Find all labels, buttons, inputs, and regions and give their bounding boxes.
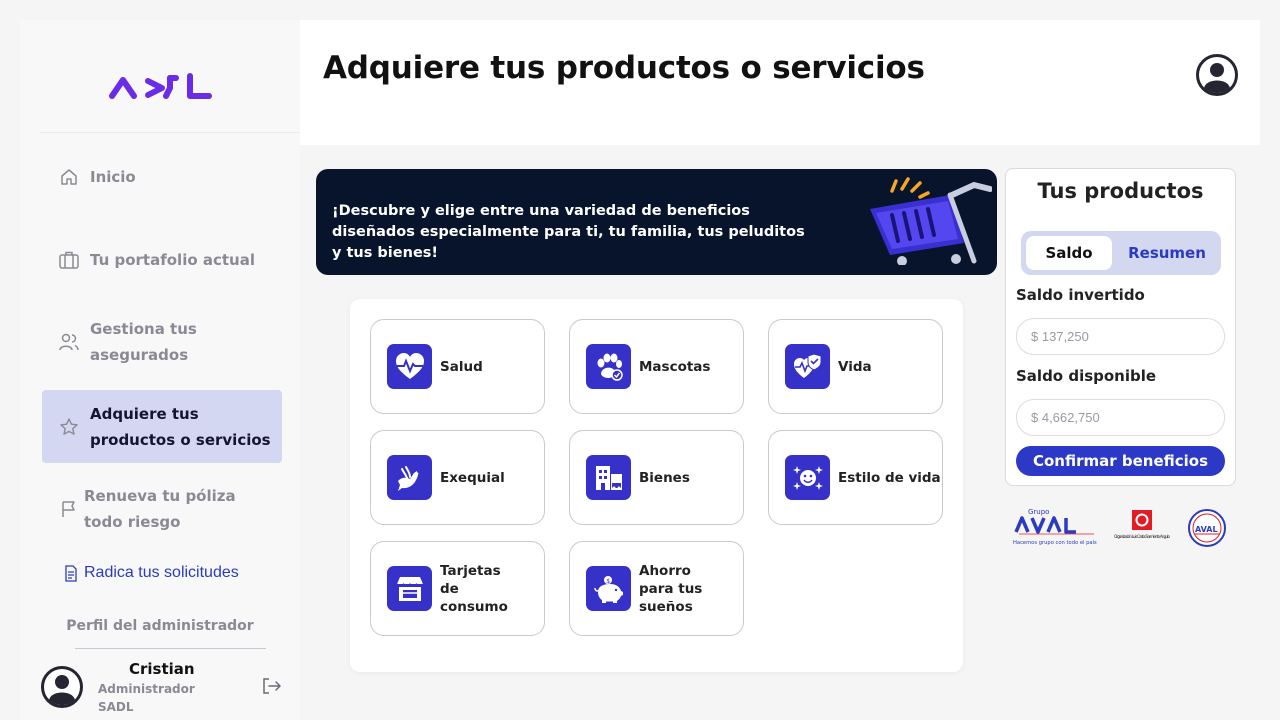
fundacion-aval: AVAL	[1195, 525, 1218, 534]
categories-panel: Salud Mascotas Vida Exequial Bienes Esti…	[350, 299, 963, 672]
saldo-disponible-label: Saldo disponible	[1016, 367, 1157, 385]
radica-label: Radica tus solicitudes	[84, 564, 239, 581]
products-panel: Tus productos Saldo Resumen Saldo invert…	[1005, 168, 1236, 486]
user-name: Cristian	[129, 660, 195, 678]
aval-small: Grupo	[1028, 508, 1049, 516]
user-role-text: Administrador	[98, 682, 195, 696]
sidebar-item-label: Tu portafolio actual	[90, 251, 255, 269]
sidebar-item-renueva[interactable]: Renueva tu póliza todo riesgo	[42, 483, 270, 535]
page-title: Adquiere tus productos o servicios	[323, 50, 925, 86]
sidebar: Inicio Tu portafolio actual Gestiona tus…	[20, 20, 360, 720]
category-label: Vida	[838, 358, 872, 375]
sidebar-item-asegurados[interactable]: Gestiona tus asegurados	[42, 316, 222, 368]
dove-icon	[387, 455, 432, 500]
aval-tagline: Hacemos grupo con todo el país	[1013, 539, 1097, 546]
user-company: SADL	[98, 700, 134, 714]
products-title: Tus productos	[1037, 179, 1204, 203]
category-label: Mascotas	[639, 358, 711, 375]
category-card-bienes[interactable]: Bienes	[569, 430, 744, 525]
saldo-invertido-label: Saldo invertido	[1016, 286, 1145, 304]
profile-avatar-icon[interactable]	[1196, 54, 1238, 100]
category-card-tarjetas[interactable]: Tarjetas de consumo	[370, 541, 545, 636]
radica-solicitudes-link[interactable]: Radica tus solicitudes	[64, 564, 239, 582]
avatar[interactable]	[41, 666, 83, 712]
category-card-ahorro[interactable]: $ Ahorro para tus sueños	[569, 541, 744, 636]
sidebar-item-label: Inicio	[90, 168, 136, 186]
buildings-icon	[586, 455, 631, 500]
users-icon	[56, 329, 82, 355]
shopping-cart-icon	[862, 175, 993, 269]
banner-text: ¡Descubre y elige entre una variedad de …	[332, 203, 805, 261]
sidebar-item-adquiere[interactable]: Adquiere tus productos o servicios	[42, 390, 282, 463]
heart-pulse-icon	[387, 344, 432, 389]
partner-logos: Grupo Hacemos grupo con todo el país Org…	[1010, 506, 1230, 552]
home-icon	[56, 164, 82, 190]
document-icon	[64, 564, 78, 582]
saldo-invertido-field[interactable]: $ 137,250	[1016, 318, 1225, 355]
category-card-exequial[interactable]: Exequial	[370, 430, 545, 525]
category-label: Estilo de vida	[838, 469, 941, 486]
profile-divider	[75, 648, 266, 649]
category-card-vida[interactable]: Vida	[768, 319, 943, 414]
category-card-estilo-de-vida[interactable]: Estilo de vida	[768, 430, 943, 525]
products-tab-switch: Saldo Resumen	[1021, 231, 1221, 275]
star-icon	[56, 414, 82, 440]
saldo-disponible-field[interactable]: $ 4,662,750	[1016, 399, 1225, 436]
promo-banner: ¡Descubre y elige entre una variedad de …	[316, 169, 997, 275]
category-label: Bienes	[639, 469, 690, 486]
category-label: Ahorro para tus sueños	[639, 562, 703, 615]
life-shield-icon	[785, 344, 830, 389]
smile-sparkle-icon	[785, 455, 830, 500]
fundacion-aval-logo: AVAL	[1188, 509, 1226, 547]
profile-heading: Perfil del administrador	[66, 618, 254, 634]
category-label: Exequial	[440, 469, 505, 486]
sidebar-item-label: Gestiona tus asegurados	[90, 320, 197, 364]
flag-icon	[56, 496, 82, 522]
category-card-mascotas[interactable]: Mascotas	[569, 319, 744, 414]
page-header: Adquiere tus productos o servicios	[300, 20, 1260, 145]
svg-text:$: $	[606, 578, 610, 585]
sidebar-item-portafolio[interactable]: Tu portafolio actual	[42, 247, 282, 273]
category-label: Tarjetas de consumo	[440, 562, 508, 615]
adl-logo[interactable]	[108, 72, 214, 106]
briefcase-icon	[56, 247, 82, 273]
confirm-benefits-button[interactable]: Confirmar beneficios	[1016, 446, 1225, 476]
paw-icon	[586, 344, 631, 389]
category-card-salud[interactable]: Salud	[370, 319, 545, 414]
category-label: Salud	[440, 358, 483, 375]
tab-resumen[interactable]: Resumen	[1119, 236, 1215, 270]
sidebar-item-label: Adquiere tus productos o servicios	[90, 404, 271, 449]
sidebar-item-inicio[interactable]: Inicio	[42, 164, 282, 190]
grupo-aval-logo: Grupo Hacemos grupo con todo el país	[1013, 508, 1097, 546]
logout-icon[interactable]	[262, 677, 282, 699]
sidebar-item-label: Renueva tu póliza todo riesgo	[84, 487, 236, 531]
user-role: Administrador SADL	[98, 680, 195, 716]
piggy-bank-icon: $	[586, 566, 631, 611]
lcsa-logo: Organización Luis Carlos Sarmiento Angul…	[1114, 510, 1171, 539]
tab-saldo[interactable]: Saldo	[1026, 236, 1112, 270]
storefront-icon	[387, 566, 432, 611]
org-name: Organización Luis Carlos Sarmiento Angul…	[1114, 534, 1171, 539]
